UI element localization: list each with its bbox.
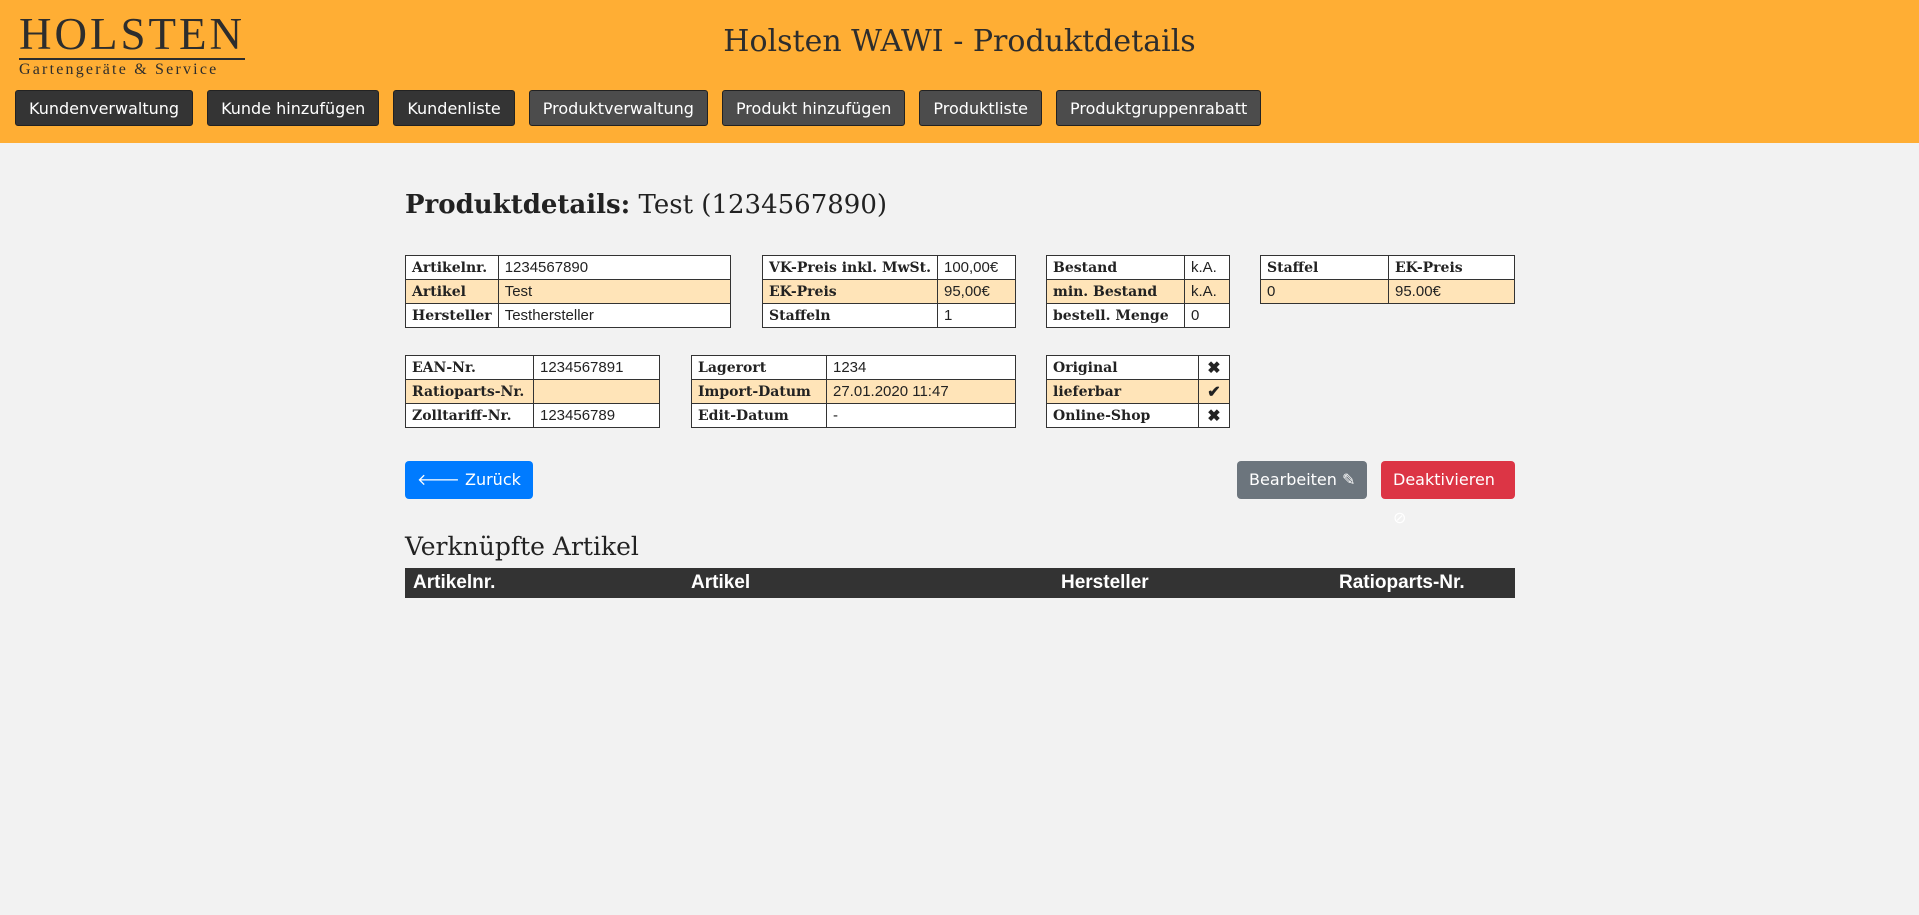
table-row: bestell. Menge 0 xyxy=(1046,303,1230,328)
label-min-bestand: min. Bestand xyxy=(1046,279,1185,304)
label-original: Original xyxy=(1046,355,1199,380)
table-row: VK-Preis inkl. MwSt. 100,00€ xyxy=(762,255,1017,280)
edit-icon: ✎ xyxy=(1342,470,1356,489)
app-title: Holsten WAWI - Produktdetails xyxy=(723,24,1196,59)
edit-button-label: Bearbeiten xyxy=(1249,470,1337,489)
main-nav: Kundenverwaltung Kunde hinzufügen Kunden… xyxy=(15,90,1275,126)
flags-table: Original ✖ lieferbar ✔ Online-Shop ✖ xyxy=(1046,355,1230,428)
stock-table: Bestand k.A. min. Bestand k.A. bestell. Me… xyxy=(1046,255,1230,328)
header-ek-preis: EK-Preis xyxy=(1388,255,1515,280)
cell-ek-preis: 95.00€ xyxy=(1388,279,1515,304)
linked-articles-table-header: Artikelnr. Artikel Hersteller Ratioparts… xyxy=(405,568,1515,598)
deactivate-button[interactable]: Deaktivieren ⊘ xyxy=(1381,461,1515,527)
label-vk-preis: VK-Preis inkl. MwSt. xyxy=(762,255,938,280)
nav-kundenliste[interactable]: Kundenliste xyxy=(393,90,515,126)
back-button[interactable]: 🡐 Zurück xyxy=(405,461,533,499)
label-ratioparts: Ratioparts-Nr. xyxy=(405,379,534,404)
table-row: Artikel Test xyxy=(405,279,732,304)
col-artikel[interactable]: Artikel xyxy=(691,572,750,594)
x-mark-icon: ✖ xyxy=(1198,403,1230,428)
table-row: Original ✖ xyxy=(1046,355,1230,380)
label-bestell-menge: bestell. Menge xyxy=(1046,303,1185,328)
table-row: Staffeln 1 xyxy=(762,303,1017,328)
col-artikelnr[interactable]: Artikelnr. xyxy=(413,572,495,594)
label-bestand: Bestand xyxy=(1046,255,1185,280)
label-zolltariff: Zolltariff-Nr. xyxy=(405,403,534,428)
value-artikelnr: 1234567890 xyxy=(497,255,732,280)
check-icon: ✔ xyxy=(1198,379,1230,404)
product-basic-table: Artikelnr. 1234567890 Artikel Test Herstel… xyxy=(405,255,732,328)
label-hersteller: Hersteller xyxy=(405,303,499,328)
value-hersteller: Testhersteller xyxy=(497,303,732,328)
label-lagerort: Lagerort xyxy=(691,355,827,380)
value-ratioparts xyxy=(533,379,660,404)
header-staffel: Staffel xyxy=(1260,255,1389,280)
table-row: EAN-Nr. 1234567891 xyxy=(405,355,660,380)
nav-produktliste[interactable]: Produktliste xyxy=(919,90,1042,126)
label-lieferbar: lieferbar xyxy=(1046,379,1199,404)
col-hersteller[interactable]: Hersteller xyxy=(1061,572,1149,594)
cell-staffel: 0 xyxy=(1260,279,1389,304)
logo-subtitle: Gartengeräte & Service xyxy=(19,58,245,79)
back-button-label: Zurück xyxy=(465,470,521,489)
value-ek-preis: 95,00€ xyxy=(936,279,1017,304)
value-ean: 1234567891 xyxy=(533,355,660,380)
app-header: HOLSTEN Gartengeräte & Service Holsten W… xyxy=(0,0,1919,143)
price-table: VK-Preis inkl. MwSt. 100,00€ EK-Preis 95,0… xyxy=(762,255,1017,328)
table-row: Staffel EK-Preis xyxy=(1260,255,1515,280)
label-edit-datum: Edit-Datum xyxy=(691,403,827,428)
value-artikel: Test xyxy=(497,279,732,304)
label-ean: EAN-Nr. xyxy=(405,355,534,380)
label-artikel: Artikel xyxy=(405,279,499,304)
value-min-bestand: k.A. xyxy=(1184,279,1230,304)
table-row: Ratioparts-Nr. xyxy=(405,379,660,404)
page-title-product: Test (1234567890) xyxy=(638,190,888,220)
x-mark-icon: ✖ xyxy=(1198,355,1230,380)
label-import-datum: Import-Datum xyxy=(691,379,827,404)
table-row: Hersteller Testhersteller xyxy=(405,303,732,328)
label-online-shop: Online-Shop xyxy=(1046,403,1199,428)
identifier-table: EAN-Nr. 1234567891 Ratioparts-Nr. Zolltar… xyxy=(405,355,660,428)
staffel-table: Staffel EK-Preis 0 95.00€ xyxy=(1260,255,1515,304)
value-lagerort: 1234 xyxy=(826,355,1016,380)
value-bestell-menge: 0 xyxy=(1184,303,1230,328)
value-import-datum: 27.01.2020 11:47 xyxy=(826,379,1016,404)
label-ek-preis: EK-Preis xyxy=(762,279,938,304)
table-row: EK-Preis 95,00€ xyxy=(762,279,1017,304)
value-staffeln: 1 xyxy=(936,303,1017,328)
arrow-left-icon: 🡐 xyxy=(417,470,460,489)
value-edit-datum: - xyxy=(826,403,1016,428)
table-row: Bestand k.A. xyxy=(1046,255,1230,280)
table-row: lieferbar ✔ xyxy=(1046,379,1230,404)
location-table: Lagerort 1234 Import-Datum 27.01.2020 11:4… xyxy=(691,355,1016,428)
table-row: Edit-Datum - xyxy=(691,403,1016,428)
nav-produkt-hinzufuegen[interactable]: Produkt hinzufügen xyxy=(721,90,906,126)
nav-kundenverwaltung[interactable]: Kundenverwaltung xyxy=(15,90,194,126)
table-row: Online-Shop ✖ xyxy=(1046,403,1230,428)
table-row: Zolltariff-Nr. 123456789 xyxy=(405,403,660,428)
ban-icon: ⊘ xyxy=(1393,508,1407,527)
table-row: Lagerort 1234 xyxy=(691,355,1016,380)
linked-articles-title: Verknüpfte Artikel xyxy=(405,532,639,561)
edit-button[interactable]: Bearbeiten ✎ xyxy=(1237,461,1368,499)
table-row: Artikelnr. 1234567890 xyxy=(405,255,732,280)
col-ratioparts[interactable]: Ratioparts-Nr. xyxy=(1339,572,1465,594)
page-title-prefix: Produktdetails: xyxy=(405,190,631,220)
main-content: Produktdetails: Test (1234567890) Artike… xyxy=(405,190,1515,598)
page-title: Produktdetails: Test (1234567890) xyxy=(405,190,1515,220)
table-row: Import-Datum 27.01.2020 11:47 xyxy=(691,379,1016,404)
value-zolltariff: 123456789 xyxy=(533,403,660,428)
value-vk-preis: 100,00€ xyxy=(936,255,1017,280)
value-bestand: k.A. xyxy=(1184,255,1230,280)
table-row: 0 95.00€ xyxy=(1260,279,1515,304)
label-artikelnr: Artikelnr. xyxy=(405,255,499,280)
nav-produktverwaltung[interactable]: Produktverwaltung xyxy=(528,90,708,126)
nav-kunde-hinzufuegen[interactable]: Kunde hinzufügen xyxy=(207,90,380,126)
label-staffeln: Staffeln xyxy=(762,303,938,328)
nav-produktgruppenrabatt[interactable]: Produktgruppenrabatt xyxy=(1055,90,1262,126)
deactivate-button-label: Deaktivieren xyxy=(1393,470,1495,489)
table-row: min. Bestand k.A. xyxy=(1046,279,1230,304)
